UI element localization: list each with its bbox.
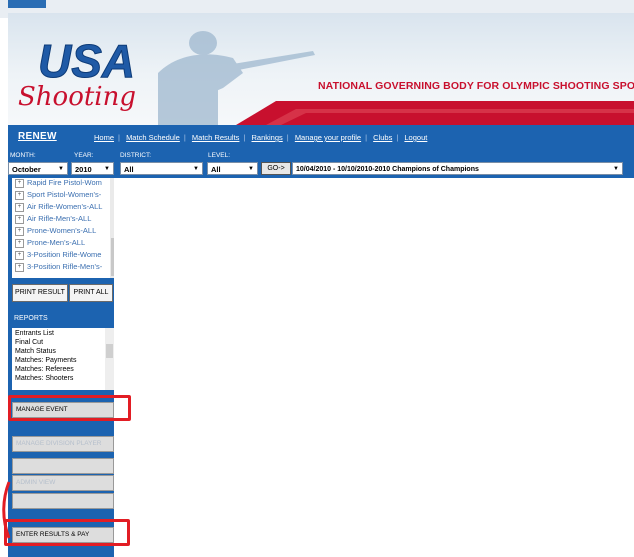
tree-item[interactable]: + Air Rifle-Women's-ALL: [15, 202, 102, 214]
tree-item[interactable]: + Prone-Men's-ALL: [15, 238, 85, 250]
manage-event-highlight: [8, 395, 131, 421]
blank-button-2[interactable]: [12, 493, 114, 509]
expand-icon[interactable]: +: [15, 262, 24, 272]
expand-icon[interactable]: +: [15, 190, 24, 200]
chevron-down-icon: ▼: [58, 166, 64, 172]
nav-match-results[interactable]: Match Results: [192, 133, 240, 142]
list-item[interactable]: Matches: Referees: [15, 366, 74, 373]
tree-item[interactable]: + Sport Pistol-Women's-: [15, 190, 101, 202]
chevron-down-icon: ▼: [104, 166, 110, 172]
chevron-down-icon: ▼: [248, 166, 254, 172]
event-value: 10/04/2010 - 10/10/2010-2010 Champions o…: [296, 166, 479, 173]
logo-text: USA Shooting: [18, 35, 136, 113]
tree-item[interactable]: + Rapid Fire Pistol-Wom: [15, 178, 102, 190]
expand-icon[interactable]: +: [15, 226, 24, 236]
renew-link[interactable]: RENEW: [18, 131, 57, 142]
nav-clubs[interactable]: Clubs: [373, 133, 392, 142]
level-value: All: [211, 165, 221, 174]
list-item[interactable]: Entrants List: [15, 330, 54, 337]
list-item[interactable]: Final Cut: [15, 339, 43, 346]
highlight-arc: [2, 481, 11, 539]
nav-manage-profile[interactable]: Manage your profile: [295, 133, 361, 142]
month-select[interactable]: October ▼: [8, 162, 68, 175]
expand-icon[interactable]: +: [15, 202, 24, 212]
reports-scrollbar[interactable]: [105, 328, 114, 390]
month-value: October: [12, 165, 41, 174]
district-value: All: [124, 165, 134, 174]
scrollbar-thumb[interactable]: [106, 344, 113, 358]
admin-view-button[interactable]: ADMIN VIEW: [12, 475, 114, 491]
sidebar: + Rapid Fire Pistol-Wom + Sport Pistol-Wom…: [8, 178, 118, 557]
nav-rankings[interactable]: Rankings: [251, 133, 282, 142]
level-select[interactable]: All ▼: [207, 162, 258, 175]
reports-list[interactable]: Entrants List Final Cut Match Status Mat…: [12, 328, 114, 390]
go-button[interactable]: GO->: [261, 162, 291, 175]
filter-bar: MONTH: October ▼ YEAR: 2010 ▼ DISTRICT: …: [8, 150, 634, 178]
district-select[interactable]: All ▼: [120, 162, 203, 175]
blank-button-1[interactable]: [12, 458, 114, 474]
tree-item[interactable]: +3-Position Rifle-Wome: [15, 250, 101, 262]
expand-icon[interactable]: +: [15, 250, 24, 260]
tagline: NATIONAL GOVERNING BODY FOR OLYMPIC SHOO…: [318, 80, 634, 92]
expand-icon[interactable]: +: [15, 214, 24, 224]
red-swoosh: [236, 101, 634, 125]
district-label: DISTRICT:: [120, 152, 152, 159]
nav-links: Home | Match Schedule | Match Results | Ran…: [94, 133, 428, 142]
tree-item[interactable]: + Air Rifle-Men's-ALL: [15, 214, 91, 226]
expand-icon[interactable]: +: [15, 178, 24, 188]
nav-logout[interactable]: Logout: [404, 133, 427, 142]
header-banner: USA Shooting NATIONAL GOVERNING BODY FOR…: [8, 13, 634, 125]
year-label: YEAR:: [74, 152, 94, 159]
logo-usa-text: USA: [38, 35, 135, 87]
chevron-down-icon: ▼: [193, 166, 199, 172]
year-select[interactable]: 2010 ▼: [71, 162, 114, 175]
top-accent: [8, 0, 46, 8]
logo-script-text: Shooting: [18, 82, 136, 112]
print-all-button[interactable]: PRINT ALL: [69, 284, 113, 302]
top-nav: RENEW Home | Match Schedule | Match Result…: [8, 125, 634, 150]
reports-label: REPORTS: [14, 315, 48, 322]
month-label: MONTH:: [10, 152, 36, 159]
list-item[interactable]: Match Status: [15, 348, 56, 355]
chevron-down-icon: ▼: [613, 166, 619, 172]
content-area: [114, 178, 634, 557]
print-result-button[interactable]: PRINT RESULT: [12, 284, 68, 302]
year-value: 2010: [75, 165, 92, 174]
nav-match-schedule[interactable]: Match Schedule: [126, 133, 180, 142]
level-label: LEVEL:: [208, 152, 231, 159]
list-item[interactable]: Matches: Shooters: [15, 375, 73, 382]
tree-item[interactable]: +3-Position Rifle-Men's-: [15, 262, 102, 274]
event-tree: + Rapid Fire Pistol-Wom + Sport Pistol-Wom…: [12, 178, 118, 278]
expand-icon[interactable]: +: [15, 238, 24, 248]
enter-results-highlight: [4, 519, 130, 546]
nav-home[interactable]: Home: [94, 133, 114, 142]
app-window: USA Shooting NATIONAL GOVERNING BODY FOR…: [0, 0, 634, 557]
list-item[interactable]: Matches: Payments: [15, 357, 76, 364]
tree-item[interactable]: + Prone-Women's-ALL: [15, 226, 96, 238]
manage-division-player-button[interactable]: MANAGE DIVISION PLAYER: [12, 436, 114, 452]
event-select[interactable]: 10/04/2010 - 10/10/2010-2010 Champions o…: [292, 162, 623, 175]
